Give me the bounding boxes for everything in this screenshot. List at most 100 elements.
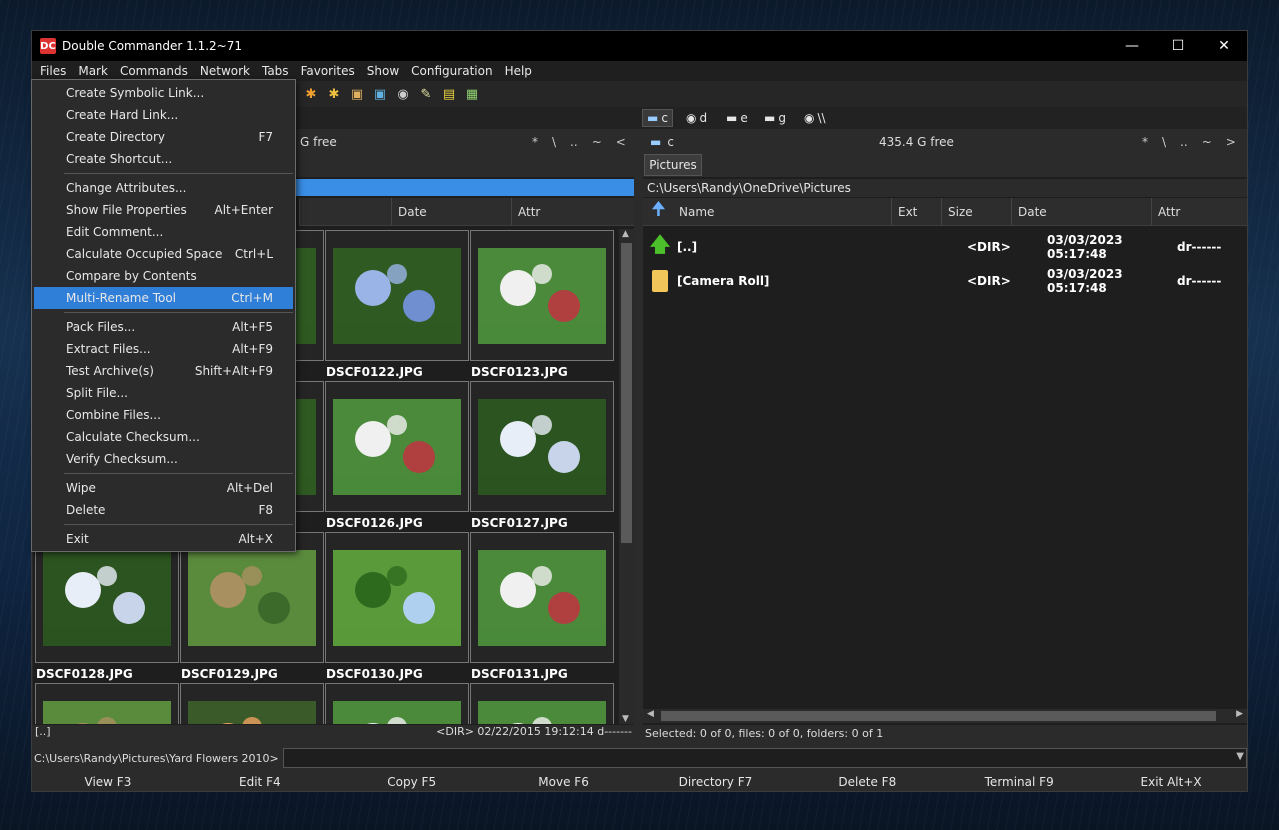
right-nav-button[interactable]: * (1142, 135, 1148, 149)
menu-item-calculate-occupied-space[interactable]: Calculate Occupied Space Ctrl+L (32, 243, 295, 265)
menu-item-delete[interactable]: Delete F8 (32, 499, 295, 521)
drive-button-g[interactable]: ▬ g (760, 109, 790, 127)
menu-item-edit-comment[interactable]: Edit Comment... (32, 221, 295, 243)
thumbnail-item[interactable] (470, 683, 614, 724)
menu-favorites[interactable]: Favorites (295, 61, 361, 81)
fkey-button[interactable]: Directory F7 (640, 771, 792, 791)
fkey-button[interactable]: Copy F5 (336, 771, 488, 791)
file-row-camera-roll[interactable]: [Camera Roll] <DIR> 03/03/2023 05:17:48 … (643, 264, 1229, 298)
column-name[interactable]: Name (673, 198, 892, 225)
fkey-button[interactable]: View F3 (32, 771, 184, 791)
thumbnail-item[interactable] (180, 683, 324, 724)
maximize-button[interactable]: ☐ (1155, 31, 1201, 61)
column-date[interactable]: Date (392, 198, 512, 225)
drive-button-d[interactable]: ◉ d (682, 109, 711, 127)
menu-separator (64, 312, 293, 313)
right-nav-button[interactable]: > (1226, 135, 1236, 149)
menu-network[interactable]: Network (194, 61, 256, 81)
menu-item-compare-by-contents[interactable]: Compare by Contents (32, 265, 295, 287)
menu-item-create-shortcut[interactable]: Create Shortcut... (32, 148, 295, 170)
close-button[interactable]: ✕ (1201, 31, 1247, 61)
right-path-bar[interactable]: C:\Users\Randy\OneDrive\Pictures (643, 179, 1247, 197)
fkey-button[interactable]: Move F6 (488, 771, 640, 791)
menu-configuration[interactable]: Configuration (405, 61, 498, 81)
chevron-down-icon[interactable]: ▼ (1236, 751, 1244, 762)
tab-pictures[interactable]: Pictures (644, 154, 702, 176)
notes-icon[interactable]: ▤ (440, 85, 458, 103)
right-nav-button[interactable]: \ (1162, 135, 1166, 149)
menu-item-split-file[interactable]: Split File... (32, 382, 295, 404)
thumbnail-item[interactable]: DSCF0131.JPG (470, 532, 614, 681)
thumbnail-item[interactable]: DSCF0126.JPG (325, 381, 469, 530)
minimize-button[interactable]: — (1109, 31, 1155, 61)
thumbnail-item[interactable] (35, 683, 179, 724)
menu-item-show-file-properties[interactable]: Show File Properties Alt+Enter (32, 199, 295, 221)
menu-item-pack-files[interactable]: Pack Files... Alt+F5 (32, 316, 295, 338)
menu-commands[interactable]: Commands (114, 61, 194, 81)
thumbnail-item[interactable]: DSCF0122.JPG (325, 230, 469, 379)
right-nav-button[interactable]: .. (1180, 135, 1188, 149)
menu-item-calculate-checksum[interactable]: Calculate Checksum... (32, 426, 295, 448)
menu-item-wipe[interactable]: Wipe Alt+Del (32, 477, 295, 499)
right-horizontal-scrollbar[interactable]: ◀ ▶ (643, 709, 1247, 723)
fkey-button[interactable]: Exit Alt+X (1095, 771, 1247, 791)
command-line-input[interactable]: ▼ (282, 748, 1247, 768)
file-row-parent[interactable]: 🡅 [..] <DIR> 03/03/2023 05:17:48 dr-----… (643, 230, 1229, 264)
fkey-button[interactable]: Terminal F9 (943, 771, 1095, 791)
thumbnail-item[interactable] (325, 683, 469, 724)
left-nav-button[interactable]: < (616, 135, 626, 149)
menu-item-combine-files[interactable]: Combine Files... (32, 404, 295, 426)
menu-item-create-symbolic-link[interactable]: Create Symbolic Link... (32, 82, 295, 104)
left-vertical-scrollbar[interactable]: ▲ ▼ (619, 229, 634, 724)
menu-mark[interactable]: Mark (72, 61, 114, 81)
menu-item-test-archive-s[interactable]: Test Archive(s) Shift+Alt+F9 (32, 360, 295, 382)
menu-item-create-directory[interactable]: Create Directory F7 (32, 126, 295, 148)
move-files-icon[interactable]: ✱ (325, 85, 343, 103)
drive-button-network[interactable]: ◉ \\ (800, 109, 830, 127)
right-nav-button[interactable]: ~ (1202, 135, 1212, 149)
thumbnail-item[interactable]: DSCF0129.JPG (180, 532, 324, 681)
scroll-left-icon[interactable]: ◀ (647, 709, 654, 719)
menu-item-create-hard-link[interactable]: Create Hard Link... (32, 104, 295, 126)
photo-thumbnail-image (333, 398, 461, 495)
fkey-button[interactable]: Edit F4 (184, 771, 336, 791)
menu-item-exit[interactable]: Exit Alt+X (32, 528, 295, 550)
left-nav-button[interactable]: .. (570, 135, 578, 149)
scroll-right-icon[interactable]: ▶ (1236, 709, 1243, 719)
drive-button-c[interactable]: ▬ c (642, 109, 673, 127)
menu-item-multi-rename-tool[interactable]: Multi-Rename Tool Ctrl+M (34, 287, 293, 309)
left-nav-button[interactable]: * (532, 135, 538, 149)
menu-tabs[interactable]: Tabs (256, 61, 295, 81)
pack-icon[interactable]: ▣ (348, 85, 366, 103)
unpack-icon[interactable]: ▣ (371, 85, 389, 103)
column-date[interactable]: Date (1012, 198, 1152, 225)
thumbnail-item[interactable]: DSCF0123.JPG (470, 230, 614, 379)
menu-files[interactable]: Files (34, 61, 72, 81)
scrollbar-thumb[interactable] (661, 711, 1216, 721)
menu-item-verify-checksum[interactable]: Verify Checksum... (32, 448, 295, 470)
menu-help[interactable]: Help (499, 61, 538, 81)
menu-item-change-attributes[interactable]: Change Attributes... (32, 177, 295, 199)
clipboard-icon[interactable]: ▦ (463, 85, 481, 103)
search-icon[interactable]: ◉ (394, 85, 412, 103)
edit-icon[interactable]: ✎ (417, 85, 435, 103)
left-nav-button[interactable]: \ (552, 135, 556, 149)
thumbnail-item[interactable]: DSCF0130.JPG (325, 532, 469, 681)
column-attr[interactable]: Attr (512, 198, 634, 225)
thumbnail-item[interactable]: DSCF0127.JPG (470, 381, 614, 530)
column-attr[interactable]: Attr (1152, 198, 1247, 225)
menu-item-extract-files[interactable]: Extract Files... Alt+F9 (32, 338, 295, 360)
fkey-button[interactable]: Delete F8 (791, 771, 943, 791)
photo-thumbnail-image (333, 700, 461, 724)
thumbnail-item[interactable]: DSCF0128.JPG (35, 532, 179, 681)
column-ext[interactable]: Ext (892, 198, 942, 225)
column-size[interactable]: Size (942, 198, 1012, 225)
menu-show[interactable]: Show (361, 61, 405, 81)
sort-up-icon[interactable]: 🠉 (643, 198, 673, 225)
copy-files-icon[interactable]: ✱ (302, 85, 320, 103)
left-nav-button[interactable]: ~ (592, 135, 602, 149)
scroll-down-icon[interactable]: ▼ (622, 714, 629, 724)
scroll-up-icon[interactable]: ▲ (622, 229, 629, 239)
drive-button-e[interactable]: ▬ e (722, 109, 752, 127)
scrollbar-thumb[interactable] (621, 243, 632, 543)
